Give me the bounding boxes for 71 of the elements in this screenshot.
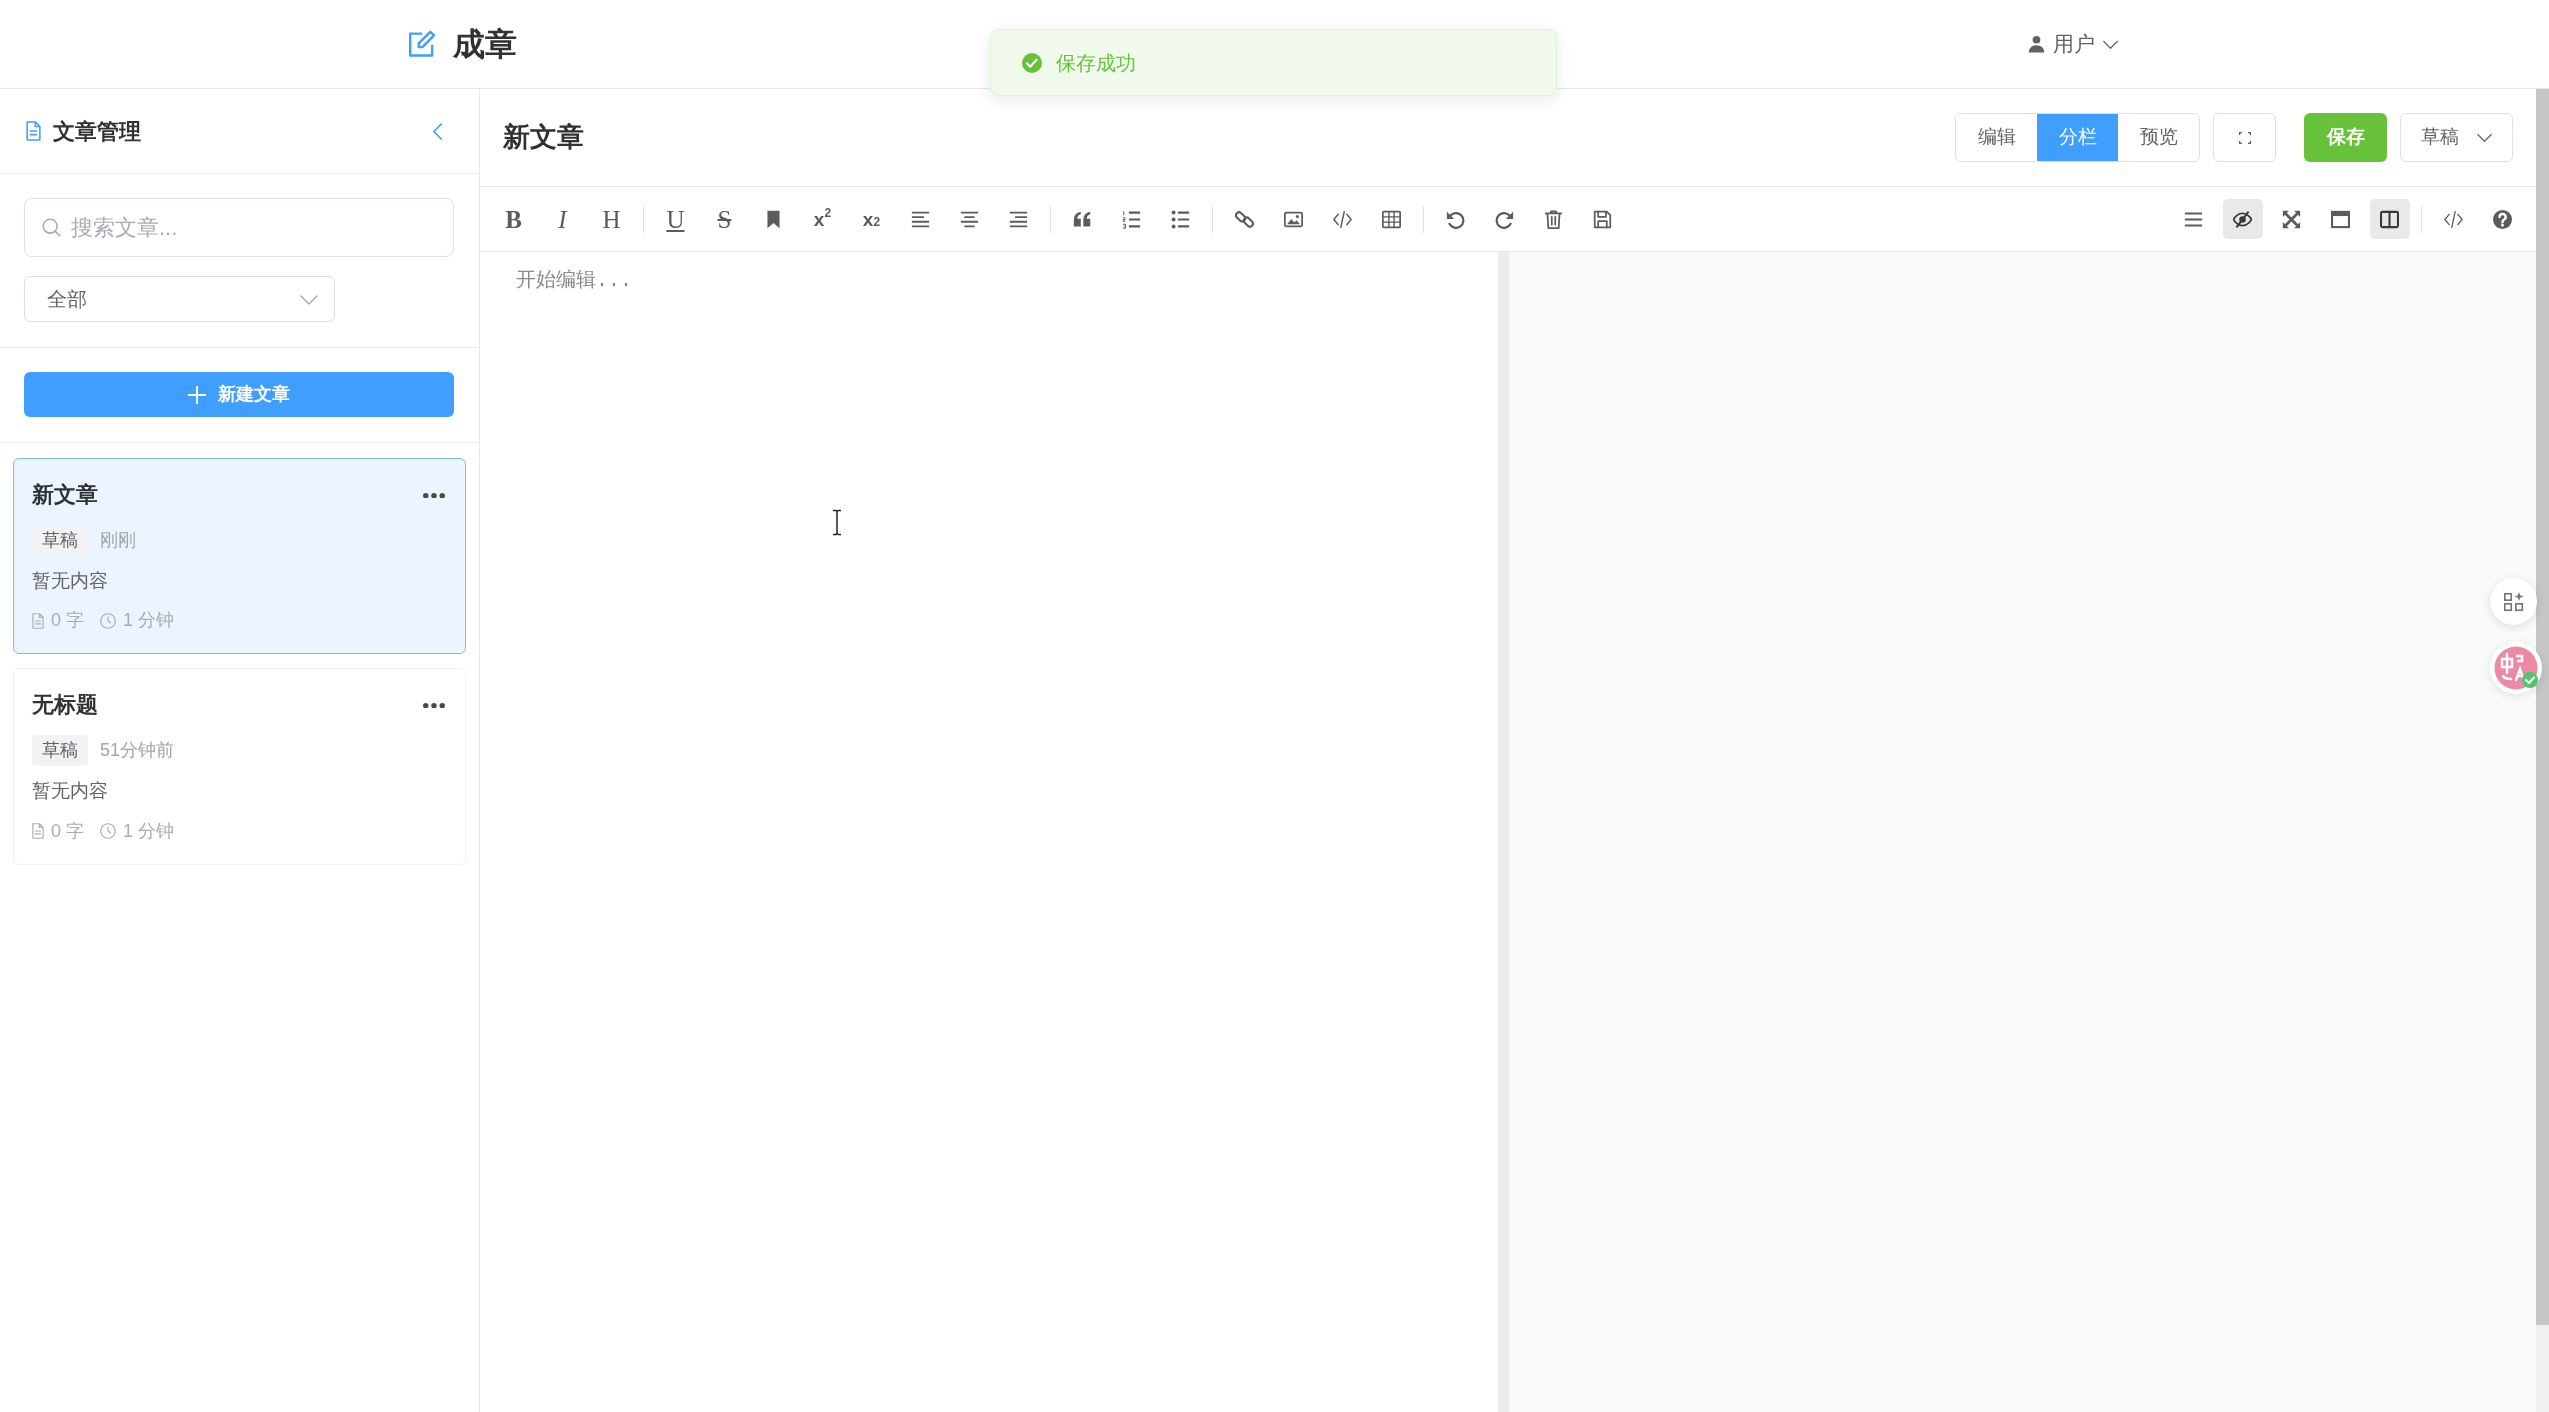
chevron-down-icon [300, 293, 318, 305]
check-circle-icon [1022, 52, 1042, 73]
code-icon [2444, 209, 2463, 229]
bookmark-icon [764, 209, 783, 229]
article-title: 新文章 [32, 481, 98, 509]
search-field[interactable]: 搜索文章... [24, 198, 454, 257]
chevron-left-icon[interactable] [433, 122, 443, 140]
read-time: 1 分钟 [123, 819, 175, 843]
word-count: 0 字 [51, 609, 84, 633]
table-icon [1382, 209, 1401, 229]
user-menu[interactable]: 用户 [2028, 28, 2118, 60]
underline-button[interactable]: U [655, 199, 696, 239]
plus-icon [188, 385, 206, 404]
bullet-list-icon [1171, 209, 1190, 229]
split-view-button[interactable] [2369, 199, 2410, 239]
article-excerpt: 暂无内容 [32, 779, 109, 804]
chevron-down-icon [2103, 39, 2118, 49]
heading-button[interactable]: H [591, 199, 632, 239]
document-icon [32, 823, 44, 840]
search-icon [42, 218, 61, 237]
article-title: 无标题 [32, 691, 98, 720]
trash-icon [1544, 209, 1563, 229]
bold-button[interactable]: B [493, 199, 534, 239]
italic-button[interactable]: I [542, 199, 583, 239]
menu-icon [2184, 209, 2203, 229]
clock-icon [100, 612, 116, 629]
strikethrough-button[interactable]: S [704, 199, 745, 239]
app-title: 成章 [453, 28, 517, 60]
edit-icon [409, 30, 437, 58]
document-icon [26, 121, 41, 141]
more-icon[interactable] [423, 492, 445, 499]
chevron-down-icon [2477, 133, 2492, 142]
help-icon [2493, 209, 2512, 229]
undo-icon [1446, 209, 1465, 229]
updated-time: 51分钟前 [100, 739, 175, 763]
status-tag: 草稿 [32, 734, 88, 767]
quote-icon [1073, 209, 1092, 229]
align-left-icon [911, 209, 930, 229]
sidebar-title: 文章管理 [53, 117, 141, 146]
align-right-icon [1009, 209, 1028, 229]
clock-icon [100, 823, 116, 840]
align-center-icon [960, 209, 979, 229]
fullscreen-icon [2238, 131, 2251, 144]
expand-arrows-icon [2282, 209, 2301, 229]
chain-link-icon [1235, 209, 1254, 229]
window-icon [2331, 209, 2350, 229]
filter-select[interactable]: 全部 [24, 276, 335, 322]
eye-slash-icon [2233, 209, 2252, 229]
person-icon [2028, 35, 2045, 53]
image-icon [1284, 209, 1303, 229]
code-icon [1333, 209, 1352, 229]
article-card[interactable]: 新文章 草稿 刚刚 暂无内容 0 字 1 分钟 [13, 458, 466, 655]
article-excerpt: 暂无内容 [32, 568, 109, 593]
columns-icon [2380, 209, 2399, 229]
updated-time: 刚刚 [100, 528, 136, 552]
preview-toggle-button[interactable] [2222, 199, 2263, 239]
read-time: 1 分钟 [123, 609, 175, 633]
text-cursor-icon [832, 509, 842, 536]
scrollbar[interactable] [2536, 89, 2549, 1412]
article-card[interactable]: 无标题 草稿 51分钟前 暂无内容 0 字 1 分钟 [13, 668, 466, 865]
document-title: 新文章 [503, 121, 584, 155]
word-count: 0 字 [51, 819, 84, 843]
status-dropdown[interactable]: 草稿 [2400, 113, 2513, 162]
superscript-button[interactable]: x$^{2}$ [802, 199, 843, 239]
status-tag: 草稿 [32, 524, 88, 556]
toast-text: 保存成功 [1056, 50, 1136, 76]
subscript-button[interactable]: x$_{2}$ [851, 199, 892, 239]
redo-icon [1495, 209, 1514, 229]
numbered-list-icon [1122, 209, 1141, 229]
document-icon [32, 612, 44, 629]
more-icon[interactable] [423, 702, 445, 709]
